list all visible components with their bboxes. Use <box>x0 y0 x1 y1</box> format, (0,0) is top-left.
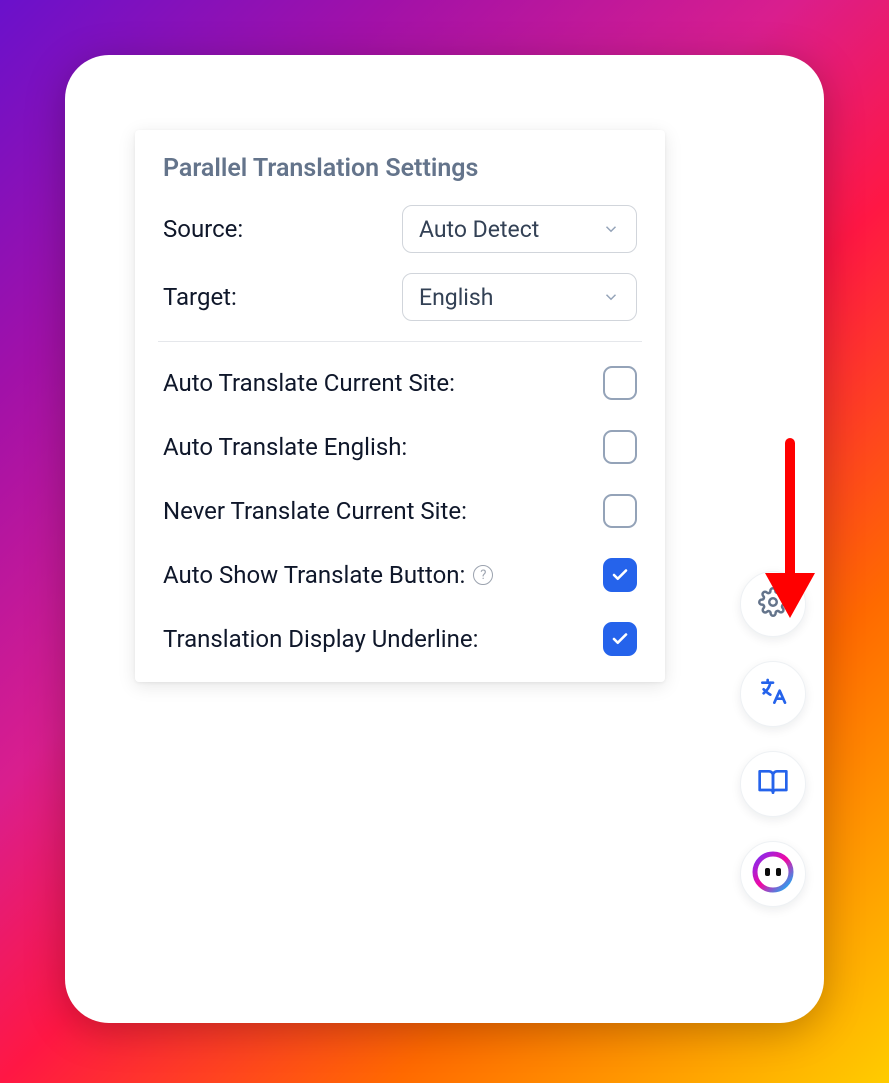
toggle-label: Translation Display Underline: <box>163 625 478 653</box>
chevron-down-icon <box>602 220 620 238</box>
target-row: Target: English <box>163 273 637 321</box>
target-label: Target: <box>163 283 237 311</box>
toggle-display-underline: Translation Display Underline: <box>163 622 637 656</box>
toggle-never-translate-site: Never Translate Current Site: <box>163 494 637 528</box>
gear-icon <box>758 587 788 621</box>
book-icon <box>757 766 789 802</box>
toggle-auto-translate-english: Auto Translate English: <box>163 430 637 464</box>
toggle-label: Auto Translate English: <box>163 433 407 461</box>
toggle-label: Never Translate Current Site: <box>163 497 467 525</box>
divider <box>158 341 642 342</box>
floating-toolbar <box>740 571 806 907</box>
target-value: English <box>419 284 493 311</box>
source-row: Source: Auto Detect <box>163 205 637 253</box>
settings-fab[interactable] <box>740 571 806 637</box>
app-card: Parallel Translation Settings Source: Au… <box>65 55 824 1023</box>
target-select[interactable]: English <box>402 273 637 321</box>
settings-panel: Parallel Translation Settings Source: Au… <box>135 130 665 682</box>
check-icon <box>611 566 629 584</box>
toggle-label: Auto Show Translate Button: <box>163 561 465 589</box>
toggle-auto-show-button: Auto Show Translate Button: ? <box>163 558 637 592</box>
book-fab[interactable] <box>740 751 806 817</box>
source-label: Source: <box>163 215 243 243</box>
translate-fab[interactable] <box>740 661 806 727</box>
checkbox-never-translate-site[interactable] <box>603 494 637 528</box>
checkbox-auto-translate-site[interactable] <box>603 366 637 400</box>
source-value: Auto Detect <box>419 216 539 243</box>
toggle-auto-translate-site: Auto Translate Current Site: <box>163 366 637 400</box>
checkbox-auto-translate-english[interactable] <box>603 430 637 464</box>
checkbox-display-underline[interactable] <box>603 622 637 656</box>
panel-title: Parallel Translation Settings <box>163 154 637 183</box>
brand-icon <box>750 849 796 899</box>
checkbox-auto-show-button[interactable] <box>603 558 637 592</box>
toggle-label: Auto Translate Current Site: <box>163 369 455 397</box>
translate-icon <box>757 676 789 712</box>
source-select[interactable]: Auto Detect <box>402 205 637 253</box>
check-icon <box>611 630 629 648</box>
help-icon[interactable]: ? <box>473 565 493 585</box>
chevron-down-icon <box>602 288 620 306</box>
brand-fab[interactable] <box>740 841 806 907</box>
